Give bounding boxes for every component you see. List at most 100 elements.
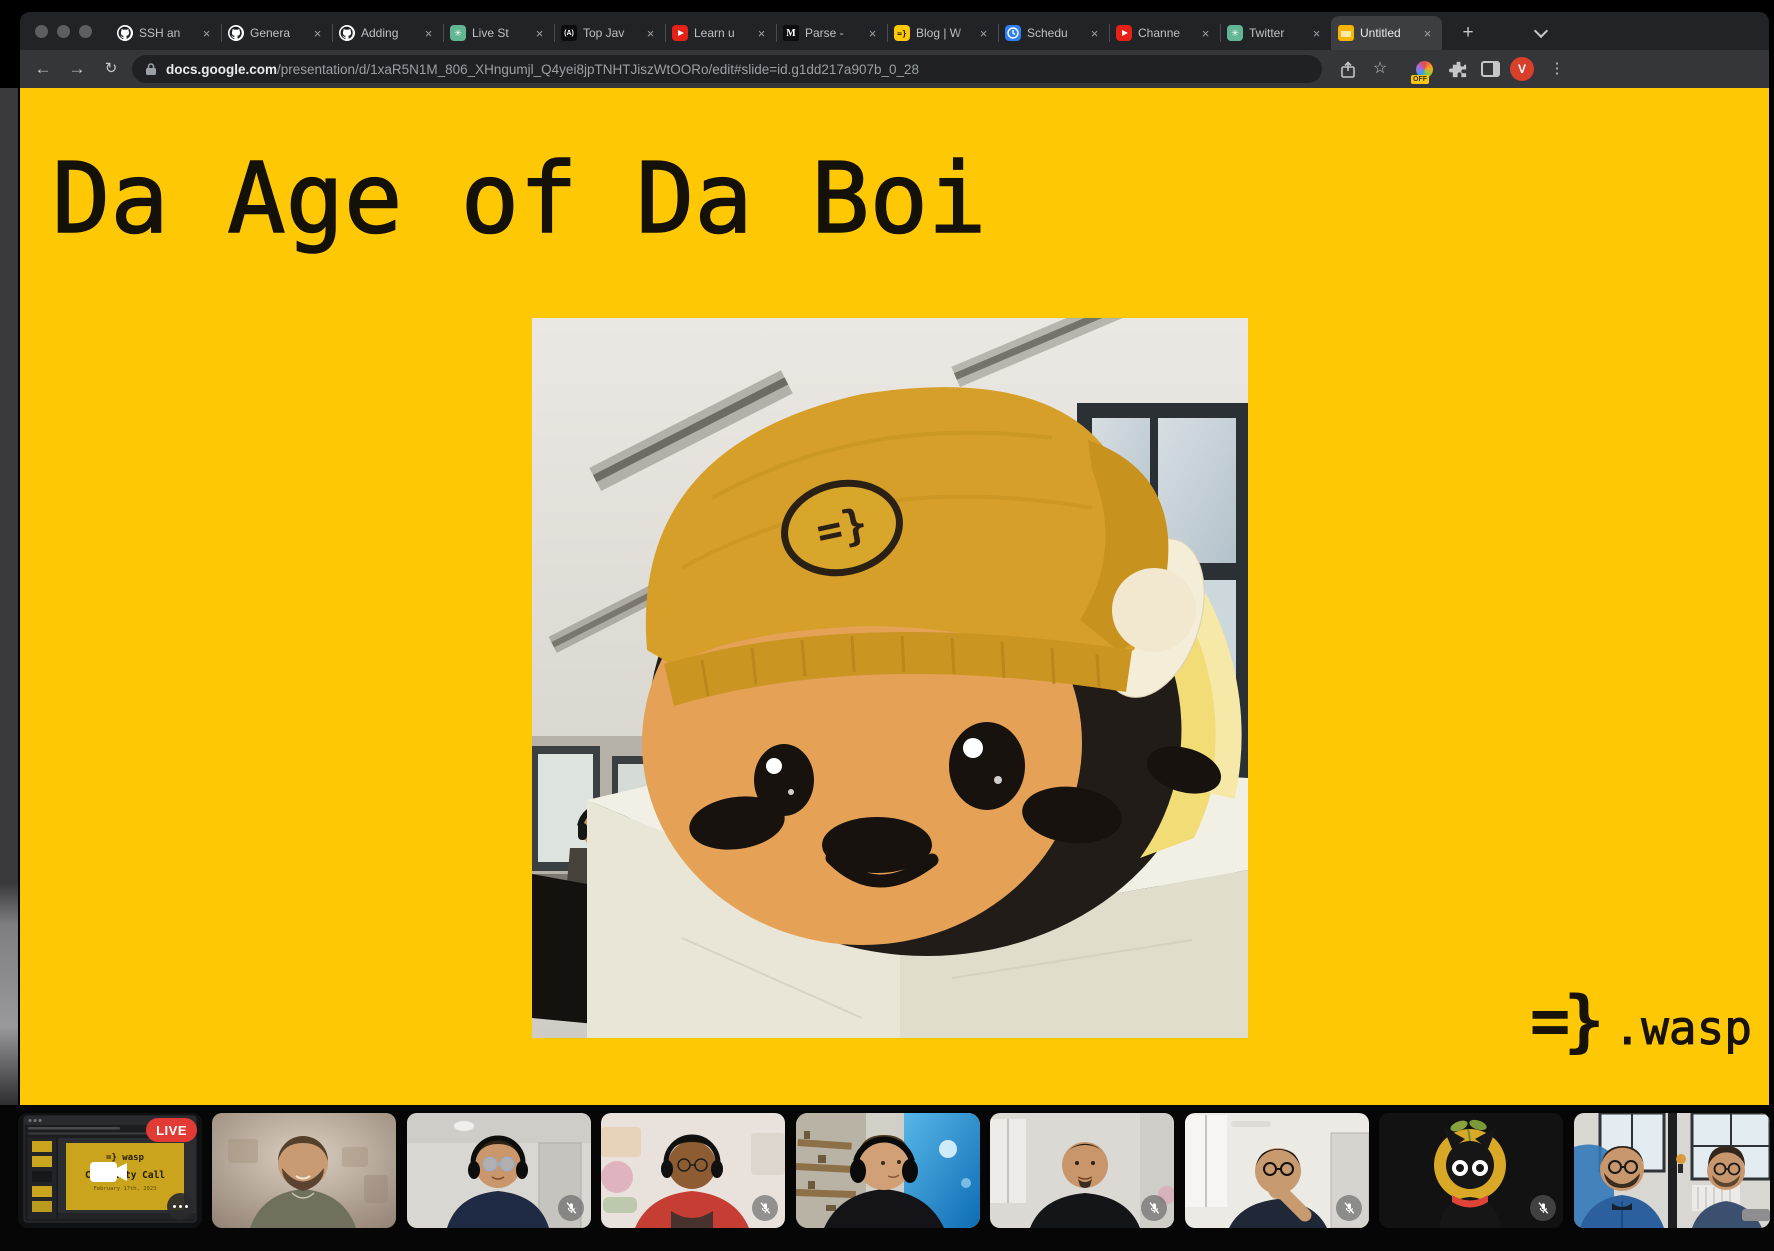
tab-close-icon[interactable]: ×	[754, 26, 769, 41]
tab-title: Blog | W	[916, 26, 976, 40]
participant-tile[interactable]	[1185, 1113, 1369, 1228]
back-button[interactable]: ←	[28, 50, 58, 88]
participant-tile[interactable]	[407, 1113, 591, 1228]
tab-learn[interactable]: Learn u ×	[665, 16, 776, 50]
mic-muted-icon	[752, 1195, 778, 1221]
tab-ssh[interactable]: SSH an ×	[110, 16, 221, 50]
tab-close-icon[interactable]: ×	[310, 26, 325, 41]
tab-title: Top Jav	[583, 26, 643, 40]
wasp-logo-glyph: =}	[1530, 982, 1598, 1061]
side-panel-icon[interactable]	[1478, 57, 1502, 81]
tab-title: Untitled	[1360, 26, 1420, 40]
share-icon[interactable]	[1333, 50, 1363, 88]
google-slides-favicon	[1338, 25, 1354, 41]
green-app-favicon: ✳	[450, 25, 466, 41]
browser-window: SSH an × Genera × Adding × ✳ Live St × (…	[20, 12, 1769, 1105]
tab-search-chevron-icon[interactable]	[1536, 26, 1546, 36]
cat-avatar-tile[interactable]	[1379, 1113, 1563, 1228]
tab-title: Parse -	[805, 26, 865, 40]
tab-twitter[interactable]: ✳ Twitter ×	[1220, 16, 1331, 50]
background-window-sliver	[0, 88, 18, 1108]
reload-button[interactable]: ↻	[96, 50, 126, 88]
window-controls[interactable]	[35, 25, 92, 38]
tab-close-icon[interactable]: ×	[1309, 26, 1324, 41]
github-favicon	[117, 25, 133, 41]
new-tab-button[interactable]: +	[1454, 19, 1482, 47]
tab-general[interactable]: Genera ×	[221, 16, 332, 50]
medium-favicon: M	[783, 25, 799, 41]
tab-close-icon[interactable]: ×	[1087, 26, 1102, 41]
profile-avatar[interactable]: V	[1510, 57, 1534, 81]
wasp-logo-text: .wasp	[1614, 1001, 1752, 1055]
youtube-favicon	[1116, 25, 1132, 41]
extension-off-badge: OFF	[1411, 75, 1429, 84]
live-badge: LIVE	[146, 1118, 197, 1142]
tab-close-icon[interactable]: ×	[976, 26, 991, 41]
mic-muted-icon	[558, 1195, 584, 1221]
tab-title: Learn u	[694, 26, 754, 40]
svg-text:=}: =}	[812, 498, 872, 556]
tab-parse[interactable]: M Parse - ×	[776, 16, 887, 50]
tab-title: Channe	[1138, 26, 1198, 40]
forward-button[interactable]: →	[62, 50, 92, 88]
minimize-window-button[interactable]	[57, 25, 70, 38]
mic-muted-icon	[1336, 1195, 1362, 1221]
lock-icon	[145, 62, 157, 76]
tab-close-icon[interactable]: ×	[643, 26, 658, 41]
screen-share-tile[interactable]: =} wasp Community Call February 17th, 20…	[18, 1113, 202, 1228]
tab-title: Live St	[472, 26, 532, 40]
slide-title: Da Age of Da Boi	[52, 142, 986, 255]
tab-title: SSH an	[139, 26, 199, 40]
participant-tile[interactable]	[212, 1113, 396, 1228]
url-host: docs.google.com	[166, 62, 277, 77]
wasp-favicon: =}	[894, 25, 910, 41]
bookmark-star-icon[interactable]: ☆	[1365, 50, 1395, 88]
mic-muted-icon	[1530, 1195, 1556, 1221]
tab-close-icon[interactable]: ×	[532, 26, 547, 41]
video-call-strip: =} wasp Community Call February 17th, 20…	[0, 1105, 1774, 1251]
address-bar[interactable]: docs.google.com/presentation/d/1xaR5N1M_…	[132, 55, 1322, 83]
screen: SSH an × Genera × Adding × ✳ Live St × (…	[0, 0, 1774, 1251]
participant-tile[interactable]	[990, 1113, 1174, 1228]
tab-livestream[interactable]: ✳ Live St ×	[443, 16, 554, 50]
tab-strip: SSH an × Genera × Adding × ✳ Live St × (…	[20, 12, 1769, 50]
url-path: /presentation/d/1xaR5N1M_806_XHngumjl_Q4…	[277, 62, 919, 77]
youtube-favicon	[672, 25, 688, 41]
tab-adding[interactable]: Adding ×	[332, 16, 443, 50]
tab-close-icon[interactable]: ×	[1420, 26, 1435, 41]
tab-title: Adding	[361, 26, 421, 40]
shared-slide-date: February 17th, 2023	[94, 1186, 157, 1192]
browser-toolbar: ← → ↻ docs.google.com/presentation/d/1xa…	[20, 50, 1769, 88]
mic-muted-icon	[1141, 1195, 1167, 1221]
two-person-tile[interactable]	[1574, 1113, 1770, 1228]
tab-close-icon[interactable]: ×	[421, 26, 436, 41]
academind-favicon: (A)	[561, 25, 577, 41]
menu-icon[interactable]: ⋮	[1542, 50, 1572, 88]
tab-topjav[interactable]: (A) Top Jav ×	[554, 16, 665, 50]
schedule-favicon	[1005, 25, 1021, 41]
extension-icon-colorful[interactable]: OFF	[1412, 57, 1436, 81]
active-speaker-tile[interactable]	[796, 1113, 980, 1228]
wasp-logo: =} .wasp	[1530, 982, 1752, 1061]
bee-plush-photo: =}	[532, 318, 1248, 1038]
tab-untitled-active[interactable]: Untitled ×	[1331, 16, 1442, 50]
participant-tile[interactable]	[601, 1113, 785, 1228]
shared-slide-brand: =} wasp	[106, 1153, 145, 1163]
tab-title: Schedu	[1027, 26, 1087, 40]
tab-schedule[interactable]: Schedu ×	[998, 16, 1109, 50]
close-window-button[interactable]	[35, 25, 48, 38]
tile-more-button[interactable]	[167, 1193, 194, 1220]
tab-close-icon[interactable]: ×	[199, 26, 214, 41]
extensions-puzzle-icon[interactable]	[1446, 57, 1470, 81]
tab-channel[interactable]: Channe ×	[1109, 16, 1220, 50]
github-favicon	[228, 25, 244, 41]
tab-close-icon[interactable]: ×	[865, 26, 880, 41]
green-app-favicon: ✳	[1227, 25, 1243, 41]
tab-blog[interactable]: =} Blog | W ×	[887, 16, 998, 50]
tab-title: Twitter	[1249, 26, 1309, 40]
tab-title: Genera	[250, 26, 310, 40]
github-favicon	[339, 25, 355, 41]
tab-close-icon[interactable]: ×	[1198, 26, 1213, 41]
slide-canvas[interactable]: Da Age of Da Boi	[20, 88, 1769, 1105]
zoom-window-button[interactable]	[79, 25, 92, 38]
